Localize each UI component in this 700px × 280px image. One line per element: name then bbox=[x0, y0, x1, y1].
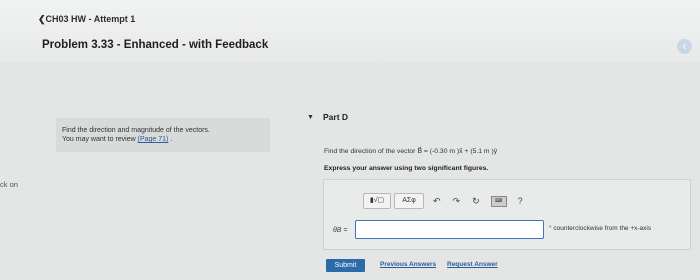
answer-area bbox=[323, 179, 691, 250]
part-title: Part D bbox=[323, 112, 349, 122]
submit-button[interactable]: Submit bbox=[326, 259, 365, 272]
instruction-line-2-prefix: You may want to review bbox=[62, 136, 138, 143]
answer-unit: ° counterclockwise from the +x-axis bbox=[549, 225, 652, 232]
header-bar: ❮CH03 HW - Attempt 1 Problem 3.33 - Enha… bbox=[0, 0, 700, 62]
problem-title: Problem 3.33 - Enhanced - with Feedback bbox=[42, 39, 269, 51]
question-text: Find the direction of the vector B⃗ = (-… bbox=[324, 148, 498, 155]
side-text-fragment: ck on bbox=[0, 180, 18, 189]
collapse-panel-button[interactable]: ‹ bbox=[677, 39, 692, 54]
undo-icon[interactable]: ↶ bbox=[433, 196, 441, 207]
answer-instruction: Express your answer using two significan… bbox=[324, 165, 489, 172]
instructions-panel: Find the direction and magnitude of the … bbox=[56, 118, 270, 152]
answer-label: θB = bbox=[333, 227, 348, 234]
request-answer-link[interactable]: Request Answer bbox=[447, 261, 498, 268]
help-icon[interactable]: ? bbox=[518, 196, 523, 206]
instructions-text: Find the direction and magnitude of the … bbox=[62, 126, 267, 144]
caret-down-icon: ▼ bbox=[307, 114, 314, 121]
instruction-line-2-suffix: . bbox=[168, 136, 173, 143]
review-page-link[interactable]: (Page 71) bbox=[138, 136, 169, 143]
template-button[interactable]: ▮√▢ bbox=[363, 193, 391, 209]
breadcrumb[interactable]: ❮CH03 HW - Attempt 1 bbox=[38, 14, 135, 25]
math-toolbar: ▮√▢ ΑΣφ ↶ ↷ ↻ ⌨ ? bbox=[363, 193, 529, 209]
reset-icon[interactable]: ↻ bbox=[472, 196, 480, 207]
answer-input[interactable] bbox=[355, 220, 544, 239]
redo-icon[interactable]: ↷ bbox=[453, 196, 461, 207]
chevron-left-icon: ‹ bbox=[682, 39, 687, 53]
instruction-line-1: Find the direction and magnitude of the … bbox=[62, 127, 210, 134]
previous-answers-link[interactable]: Previous Answers bbox=[380, 261, 436, 268]
greek-symbols-button[interactable]: ΑΣφ bbox=[394, 193, 424, 209]
keyboard-icon[interactable]: ⌨ bbox=[490, 195, 507, 207]
